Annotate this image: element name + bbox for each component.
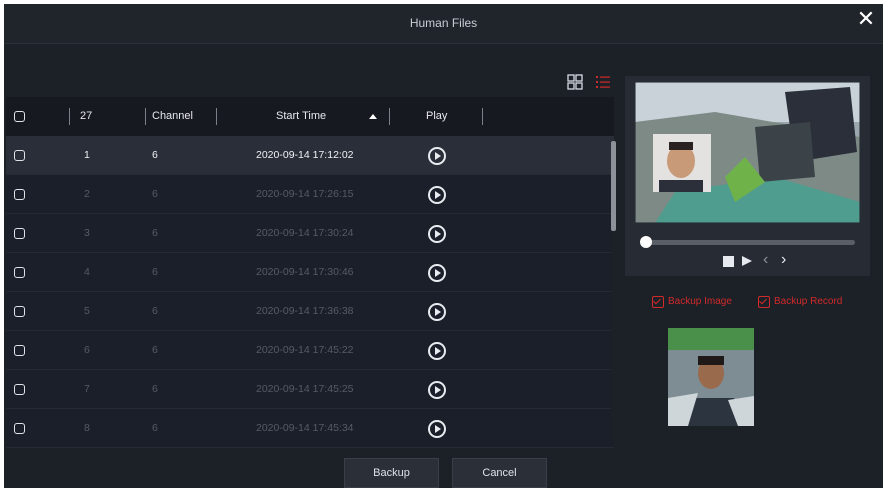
table-row[interactable]: 4 6 2020-09-14 17:30:46: [6, 253, 614, 292]
row-start-time: 2020-09-14 17:30:24: [256, 227, 354, 239]
close-icon[interactable]: ✕: [855, 6, 877, 32]
row-checkbox[interactable]: [14, 228, 25, 239]
row-checkbox[interactable]: [14, 306, 25, 317]
row-channel: 6: [152, 344, 158, 356]
table-scrollbar[interactable]: [611, 141, 616, 441]
backup-record-checkbox[interactable]: [758, 296, 770, 308]
human-files-table: 27 Channel Start Time Play 1 6 2020-09-1…: [6, 97, 614, 449]
row-start-time: 2020-09-14 17:45:22: [256, 344, 354, 356]
header-divider: [145, 108, 146, 125]
header-play: Play: [426, 110, 448, 122]
sort-ascending-icon[interactable]: [369, 114, 377, 119]
row-checkbox[interactable]: [14, 423, 25, 434]
table-row[interactable]: 6 6 2020-09-14 17:45:22: [6, 331, 614, 370]
row-channel: 6: [152, 383, 158, 395]
header-channel[interactable]: Channel: [152, 97, 193, 136]
row-channel: 6: [152, 227, 158, 239]
header-divider: [389, 108, 390, 125]
scrollbar-thumb[interactable]: [611, 141, 616, 231]
row-checkbox[interactable]: [14, 345, 25, 356]
backup-image-option[interactable]: Backup Image: [652, 296, 747, 310]
backup-button[interactable]: Backup: [344, 458, 439, 488]
backup-record-label: Backup Record: [774, 296, 843, 307]
row-channel: 6: [152, 149, 158, 161]
header-divider: [69, 108, 70, 125]
row-checkbox[interactable]: [14, 267, 25, 278]
header-start-time[interactable]: Start Time: [276, 97, 326, 136]
grid-view-icon[interactable]: [567, 74, 583, 90]
table-row[interactable]: 5 6 2020-09-14 17:36:38: [6, 292, 614, 331]
table-row[interactable]: 3 6 2020-09-14 17:30:24: [6, 214, 614, 253]
row-number: 7: [84, 383, 90, 395]
header-count: 27: [80, 110, 93, 122]
table-row[interactable]: 2 6 2020-09-14 17:26:15: [6, 175, 614, 214]
title-bar: Human Files ✕: [4, 4, 883, 44]
row-number: 1: [84, 149, 90, 161]
preview-panel: ‹ ›: [625, 76, 870, 276]
header-divider: [482, 108, 483, 125]
row-start-time: 2020-09-14 17:30:46: [256, 266, 354, 278]
play-icon[interactable]: [428, 147, 446, 165]
table-header: 27 Channel Start Time Play: [6, 97, 614, 136]
row-start-time: 2020-09-14 17:45:34: [256, 422, 354, 434]
backup-record-option[interactable]: Backup Record: [758, 296, 863, 310]
stop-icon[interactable]: [723, 256, 734, 267]
play-icon[interactable]: [428, 420, 446, 438]
row-number: 4: [84, 266, 90, 278]
face-thumbnail-image: [668, 328, 754, 426]
list-view-icon[interactable]: [595, 74, 611, 90]
cancel-button[interactable]: Cancel: [452, 458, 547, 488]
playback-progress-track[interactable]: [645, 240, 855, 245]
row-start-time: 2020-09-14 17:26:15: [256, 188, 354, 200]
backup-image-checkbox[interactable]: [652, 296, 664, 308]
table-row[interactable]: 8 6 2020-09-14 17:45:34: [6, 409, 614, 448]
play-icon[interactable]: [428, 186, 446, 204]
row-number: 5: [84, 305, 90, 317]
row-start-time: 2020-09-14 17:45:25: [256, 383, 354, 395]
backup-image-label: Backup Image: [668, 296, 732, 307]
select-all-checkbox[interactable]: [14, 111, 25, 122]
play-icon[interactable]: [742, 256, 752, 266]
table-row[interactable]: 7 6 2020-09-14 17:45:25: [6, 370, 614, 409]
play-icon[interactable]: [428, 381, 446, 399]
window-title: Human Files: [409, 16, 478, 30]
row-start-time: 2020-09-14 17:36:38: [256, 305, 354, 317]
play-icon[interactable]: [428, 225, 446, 243]
row-checkbox[interactable]: [14, 150, 25, 161]
row-start-time: 2020-09-14 17:12:02: [256, 149, 354, 161]
row-checkbox[interactable]: [14, 189, 25, 200]
row-number: 6: [84, 344, 90, 356]
play-icon[interactable]: [428, 303, 446, 321]
row-number: 8: [84, 422, 90, 434]
snapshot-image: [635, 82, 860, 223]
row-channel: 6: [152, 422, 158, 434]
prev-icon[interactable]: ‹: [763, 251, 768, 269]
row-channel: 6: [152, 188, 158, 200]
next-icon[interactable]: ›: [781, 251, 786, 269]
playback-progress-knob[interactable]: [640, 236, 652, 248]
row-channel: 6: [152, 305, 158, 317]
row-number: 2: [84, 188, 90, 200]
table-row[interactable]: 1 6 2020-09-14 17:12:02: [6, 136, 614, 175]
play-icon[interactable]: [428, 342, 446, 360]
row-checkbox[interactable]: [14, 384, 25, 395]
row-channel: 6: [152, 266, 158, 278]
play-icon[interactable]: [428, 264, 446, 282]
row-number: 3: [84, 227, 90, 239]
header-divider: [216, 108, 217, 125]
